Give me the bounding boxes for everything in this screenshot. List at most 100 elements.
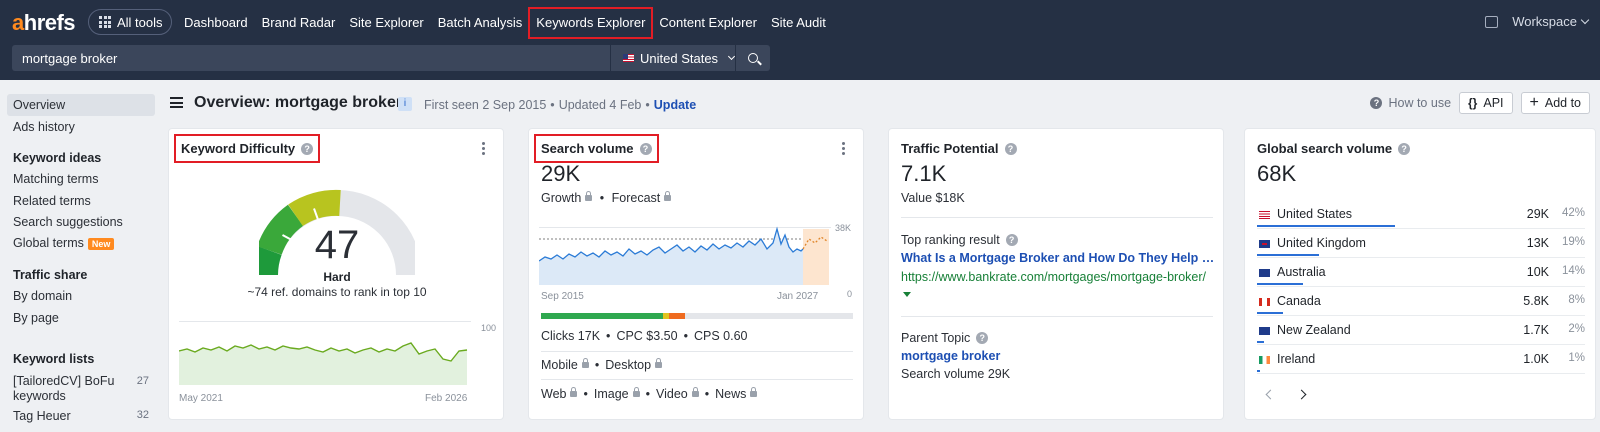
all-tools-label: All tools xyxy=(117,14,163,30)
gsv-card-title: Global search volume? xyxy=(1257,141,1411,156)
sidebar-heading-keyword-ideas: Keyword ideas xyxy=(13,151,102,165)
keyword-search-input[interactable] xyxy=(12,45,610,71)
nav-content-explorer[interactable]: Content Explorer xyxy=(653,9,763,37)
mobile-label: Mobile xyxy=(541,358,578,372)
ahrefs-logo[interactable]: ahrefs xyxy=(12,10,76,36)
help-icon: ? xyxy=(1370,97,1383,109)
page-title: Overview: mortgage broker xyxy=(194,94,403,111)
country-share: 19% xyxy=(1561,236,1585,248)
nav-keywords-explorer[interactable]: Keywords Explorer xyxy=(528,7,654,39)
kd-score: 47 xyxy=(314,223,360,267)
more-options-icon[interactable] xyxy=(482,142,485,155)
help-icon[interactable]: ? xyxy=(1398,142,1411,155)
country-name: Canada xyxy=(1277,294,1321,308)
country-row-uk[interactable]: United Kingdom 13K 19% xyxy=(1257,234,1585,263)
lock-icon xyxy=(570,386,578,397)
nav-brand-radar[interactable]: Brand Radar xyxy=(256,9,342,37)
plus-icon: + xyxy=(1529,94,1539,111)
sidebar-heading-keyword-lists: Keyword lists xyxy=(13,352,95,366)
country-row-au[interactable]: Australia 10K 14% xyxy=(1257,263,1585,292)
new-badge: New xyxy=(87,237,115,250)
first-seen: First seen 2 Sep 2015 xyxy=(424,98,547,112)
sidebar-list-tag-heuer[interactable]: Tag Heuer 32 xyxy=(7,405,155,427)
add-to-button[interactable]: + Add to xyxy=(1520,92,1590,114)
more-options-icon[interactable] xyxy=(842,142,845,155)
country-volume: 1.7K xyxy=(1523,323,1549,337)
growth-label: Growth xyxy=(541,191,582,205)
chevron-down-icon xyxy=(1580,15,1590,25)
country-row-ie[interactable]: Ireland 1.0K 1% xyxy=(1257,350,1585,379)
desktop-label: Desktop xyxy=(605,358,652,372)
country-row-ca[interactable]: Canada 5.8K 8% xyxy=(1257,292,1585,321)
country-select[interactable]: United States xyxy=(611,45,736,71)
country-row-us[interactable]: United States 29K 42% xyxy=(1257,205,1585,234)
search-button[interactable] xyxy=(736,45,770,71)
lock-icon xyxy=(655,357,663,368)
lock-icon xyxy=(691,386,699,397)
sidebar-item-label: Global terms xyxy=(13,236,84,250)
divider xyxy=(901,217,1213,218)
top-result-title-link[interactable]: What Is a Mortgage Broker and How Do The… xyxy=(901,251,1214,265)
kd-title-label: Keyword Difficulty xyxy=(181,141,296,156)
country-name: United Kingdom xyxy=(1277,236,1366,250)
top-result-url[interactable]: https://www.bankrate.com/mortgages/mortg… xyxy=(901,270,1206,284)
keyword-difficulty-card: Keyword Difficulty? 47 Hard ~74 ref. dom… xyxy=(168,128,504,420)
sidebar-item-related-terms[interactable]: Related terms xyxy=(7,190,155,212)
nav-site-audit[interactable]: Site Audit xyxy=(765,9,832,37)
parent-topic-link[interactable]: mortgage broker xyxy=(901,349,1000,363)
kd-chart-start: May 2021 xyxy=(179,393,223,404)
api-button[interactable]: {} API xyxy=(1459,92,1513,114)
help-icon[interactable]: ? xyxy=(976,332,989,344)
info-badge[interactable]: i xyxy=(398,97,412,111)
chevron-down-icon xyxy=(728,52,736,61)
top-navigation-bar: ahrefs All tools Dashboard Brand Radar S… xyxy=(0,0,1600,80)
row-divider xyxy=(1257,344,1585,345)
sv-chart-ymin: 0 xyxy=(847,289,852,299)
sidebar-list-tailoredcv[interactable]: [TailoredCV] BoFu keywords 27 xyxy=(7,370,155,408)
country-name: United States xyxy=(1277,207,1353,221)
cps-value: CPS 0.60 xyxy=(693,329,748,343)
sv-clicks-bar xyxy=(541,313,853,319)
chevron-right-icon[interactable] xyxy=(1296,389,1307,400)
sidebar-item-by-page[interactable]: By page xyxy=(7,307,155,329)
sv-device-row: Mobile • Desktop xyxy=(541,357,663,372)
sidebar-item-by-domain[interactable]: By domain xyxy=(7,285,155,307)
all-tools-button[interactable]: All tools xyxy=(88,9,172,35)
sidebar-item-ads-history[interactable]: Ads history xyxy=(7,116,155,138)
how-to-use-link[interactable]: ? How to use xyxy=(1370,96,1451,110)
country-volume: 13K xyxy=(1526,236,1549,250)
grid-icon xyxy=(99,16,111,28)
nav-dashboard[interactable]: Dashboard xyxy=(178,9,254,37)
country-share: 42% xyxy=(1561,207,1585,219)
kd-subtext: ~74 ref. domains to rank in top 10 xyxy=(247,285,427,299)
help-icon[interactable]: ? xyxy=(639,142,652,155)
caret-down-icon[interactable] xyxy=(903,292,911,297)
nav-batch-analysis[interactable]: Batch Analysis xyxy=(432,9,529,37)
help-icon[interactable]: ? xyxy=(1004,142,1017,155)
country-name: New Zealand xyxy=(1277,323,1351,337)
help-icon[interactable]: ? xyxy=(1005,234,1018,246)
country-volume: 29K xyxy=(1526,207,1549,221)
sidebar-item-search-suggestions[interactable]: Search suggestions xyxy=(7,211,155,233)
kd-chart-end: Feb 2026 xyxy=(425,393,468,404)
sidebar-item-global-terms[interactable]: Global terms New xyxy=(7,232,155,254)
nav-site-explorer[interactable]: Site Explorer xyxy=(343,9,429,37)
divider xyxy=(541,379,853,380)
parent-topic-label: Parent Topic? xyxy=(901,331,989,345)
add-to-label: Add to xyxy=(1544,96,1581,110)
row-divider xyxy=(1257,257,1585,258)
monitor-icon[interactable] xyxy=(1485,15,1499,28)
update-link[interactable]: Update xyxy=(654,98,696,112)
country-row-nz[interactable]: New Zealand 1.7K 2% xyxy=(1257,321,1585,350)
sidebar-item-matching-terms[interactable]: Matching terms xyxy=(7,168,155,190)
image-label: Image xyxy=(593,387,629,401)
chevron-left-icon[interactable] xyxy=(1265,389,1276,400)
menu-icon[interactable] xyxy=(170,97,183,108)
sv-chart-ymax: 38K xyxy=(835,223,851,233)
country-volume: 1.0K xyxy=(1523,352,1549,366)
web-label: Web xyxy=(541,387,567,401)
help-icon[interactable]: ? xyxy=(301,142,314,155)
sidebar-item-overview[interactable]: Overview xyxy=(7,94,155,116)
workspace-menu[interactable]: Workspace xyxy=(1485,14,1590,29)
kd-chart-ymax: 100 xyxy=(481,323,496,333)
